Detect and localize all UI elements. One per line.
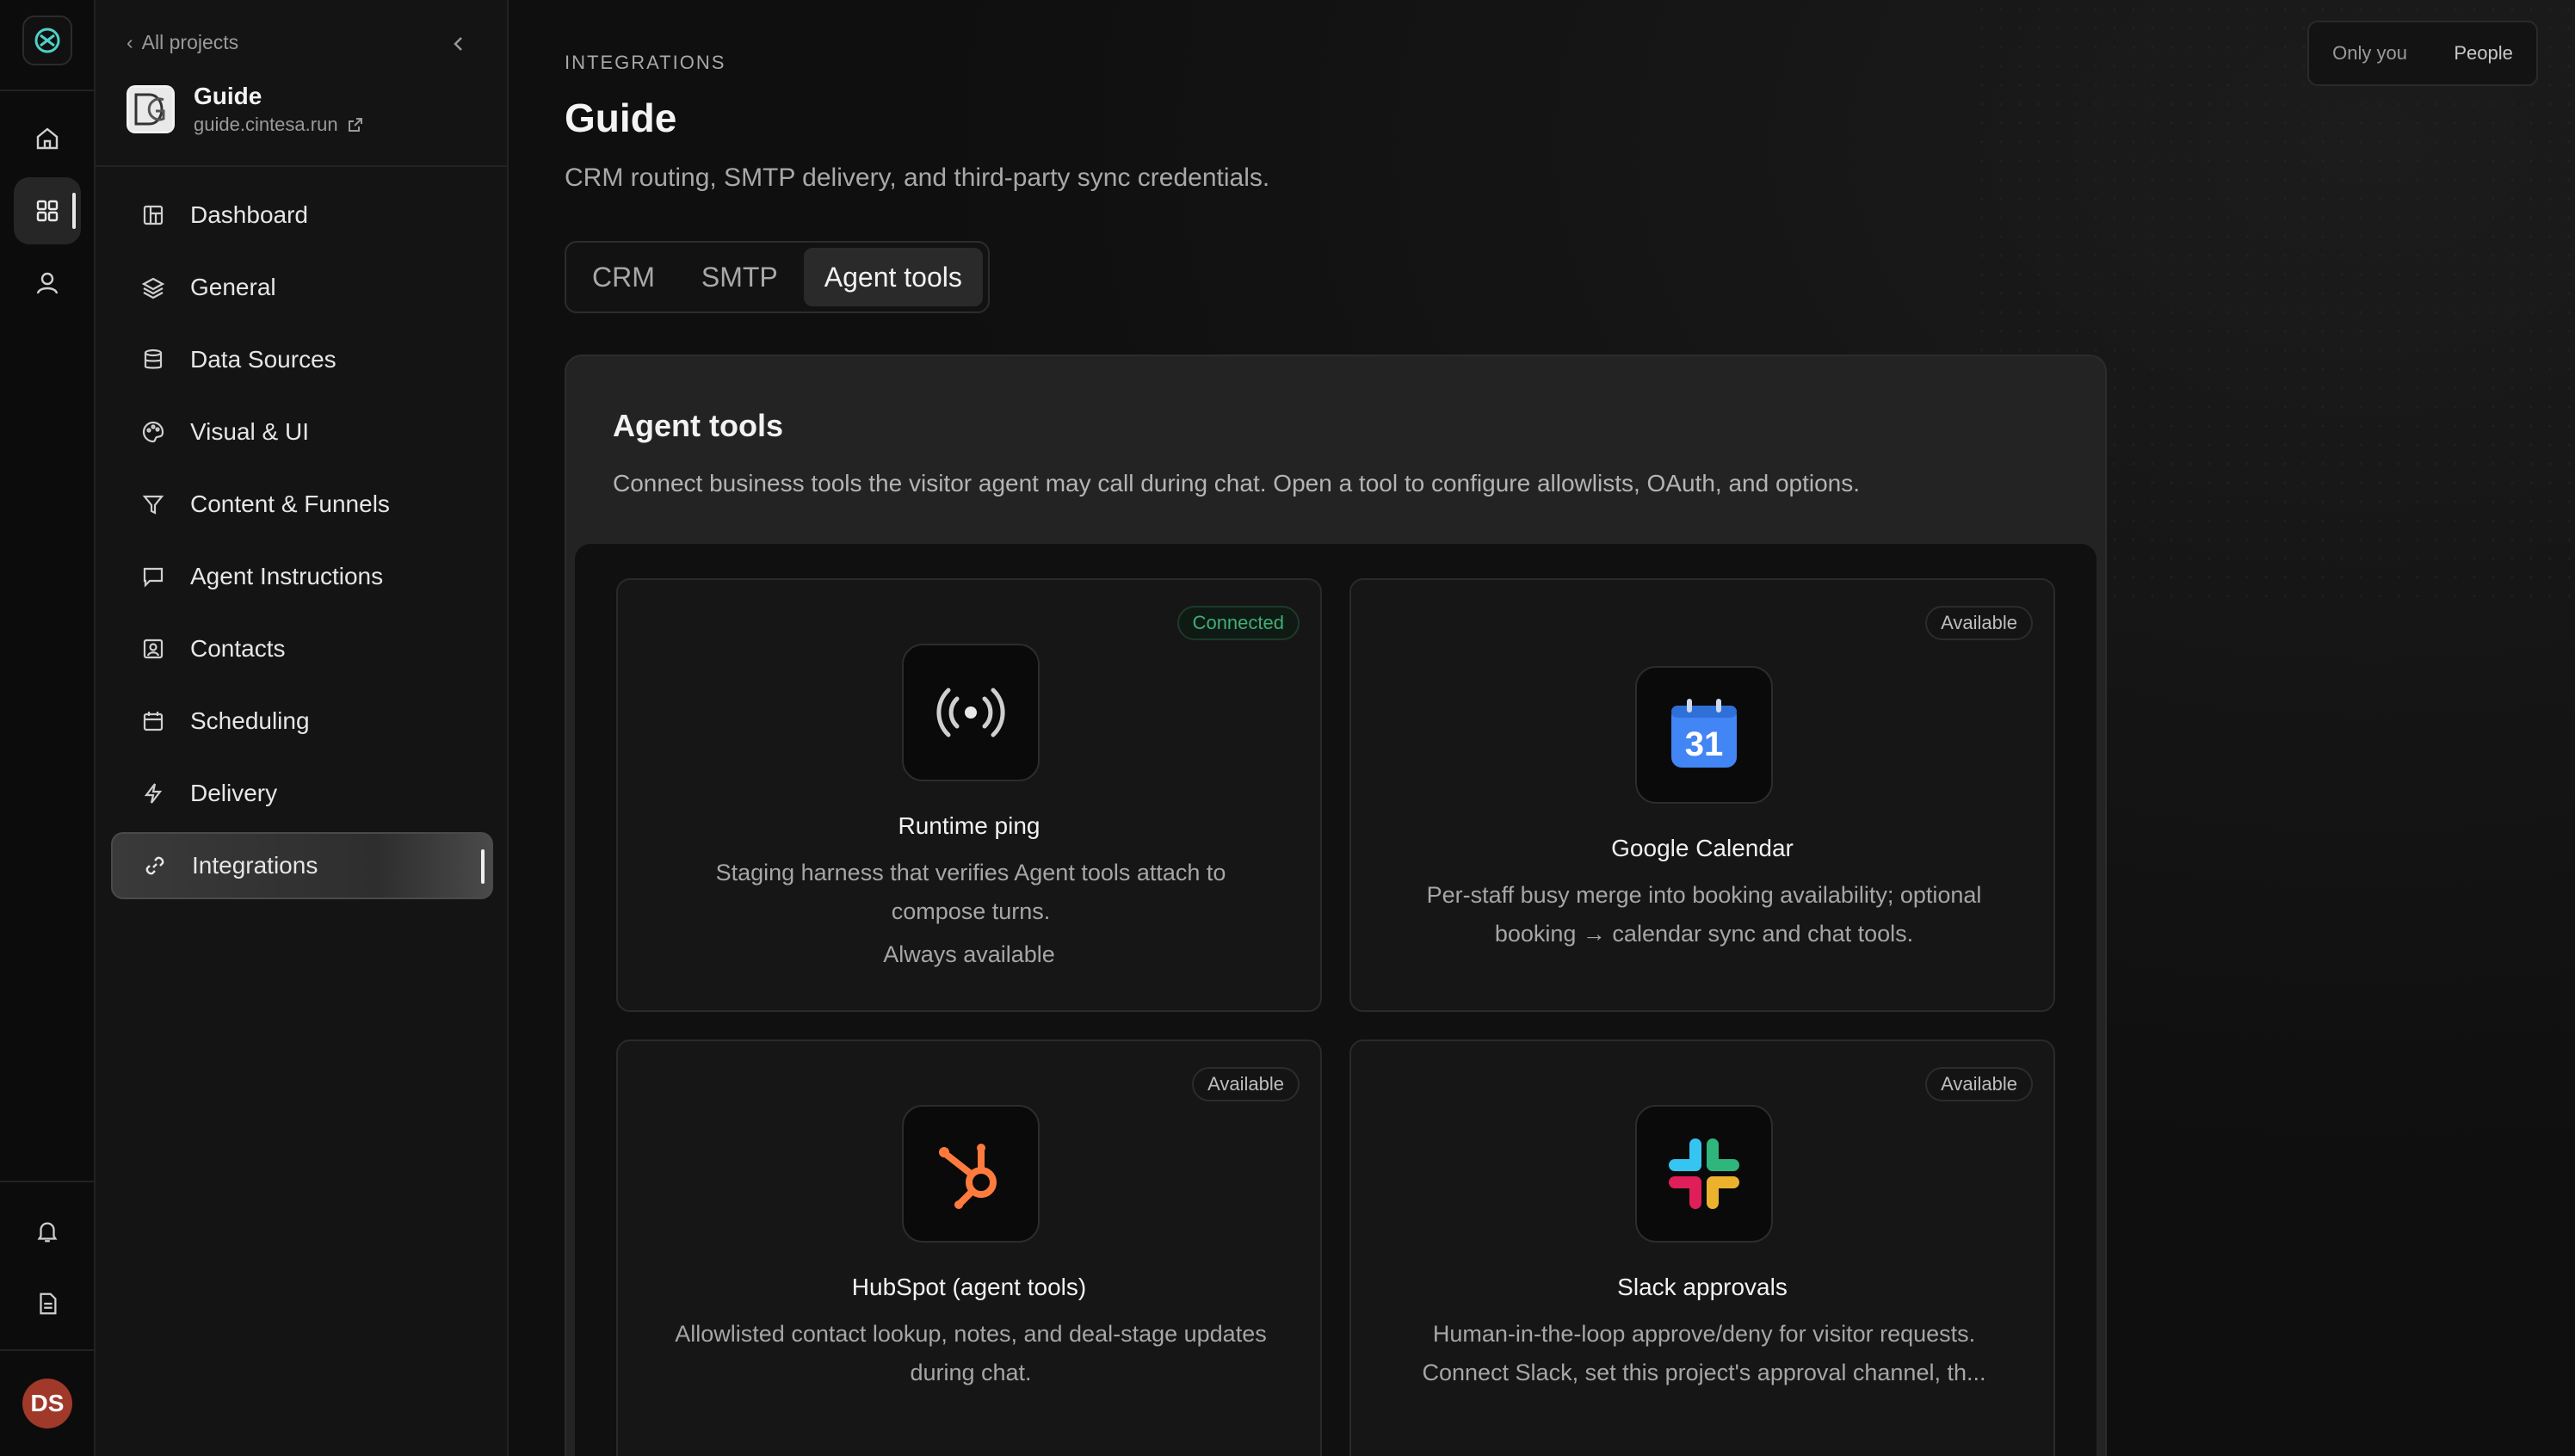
project-header: Guide guide.cintesa.run (127, 83, 364, 136)
project-url-link[interactable]: guide.cintesa.run (194, 114, 364, 136)
chat-icon (140, 564, 166, 589)
sidebar-item-dashboard[interactable]: Dashboard (111, 182, 493, 249)
chevron-left-icon: ‹ (127, 31, 133, 53)
visibility-toggle[interactable]: Only you People (2307, 21, 2538, 86)
status-badge: Connected (1176, 606, 1300, 640)
broadcast-icon (902, 644, 1040, 781)
status-badge: Available (1925, 606, 2033, 640)
hubspot-icon (902, 1105, 1040, 1243)
sidebar-item-label: Contacts (190, 635, 286, 662)
project-url: guide.cintesa.run (194, 114, 338, 135)
sidebar-item-label: Content & Funnels (190, 490, 390, 517)
tool-card-runtime-ping[interactable]: Connected Runtime ping Staging harness t… (616, 578, 1322, 1012)
tool-description: Per-staff busy merge into booking availa… (1426, 882, 1982, 947)
sidebar-item-label: General (190, 274, 276, 300)
tool-card-google-calendar[interactable]: Available 31 Google Calendar Per-staff b… (1349, 578, 2055, 1012)
section-eyebrow: INTEGRATIONS (565, 52, 726, 73)
sidebar-item-label: Integrations (192, 852, 318, 879)
bolt-icon (140, 780, 166, 806)
collapse-sidebar-button[interactable] (443, 29, 472, 59)
tool-card-hubspot[interactable]: Available HubSpot (agent tools) Allowlis… (616, 1040, 1322, 1456)
tools-grid: Connected Runtime ping Staging harness t… (575, 544, 2096, 1456)
tool-card-slack-approvals[interactable]: Available Slack approvals Human-in-the-l… (1349, 1040, 2055, 1456)
page-subtitle: CRM routing, SMTP delivery, and third-pa… (565, 163, 1270, 192)
avatar[interactable]: DS (22, 1379, 72, 1428)
sidebar-item-data-sources[interactable]: Data Sources (111, 326, 493, 393)
funnel-icon (140, 491, 166, 517)
sidebar-item-agent-instructions[interactable]: Agent Instructions (111, 543, 493, 610)
tab-smtp[interactable]: SMTP (681, 248, 799, 306)
external-link-icon (348, 118, 362, 132)
status-badge: Available (1925, 1067, 2033, 1101)
toggle-people[interactable]: People (2454, 42, 2513, 65)
calendar-icon (140, 708, 166, 734)
app-logo-icon[interactable] (22, 15, 72, 65)
project-sidebar: ‹ All projects Guide guide.cintesa.run D… (96, 0, 509, 1456)
sidebar-item-integrations[interactable]: Integrations (111, 832, 493, 899)
agent-tools-panel: Agent tools Connect business tools the v… (565, 355, 2107, 1456)
home-icon[interactable] (14, 105, 81, 172)
database-icon (140, 347, 166, 373)
palette-icon (140, 419, 166, 445)
sidebar-item-label: Visual & UI (190, 418, 309, 445)
sidebar-item-label: Delivery (190, 780, 278, 806)
tab-crm[interactable]: CRM (571, 248, 676, 306)
icon-rail: DS (0, 0, 96, 1456)
all-projects-link[interactable]: ‹ All projects (127, 31, 238, 54)
user-icon[interactable] (14, 250, 81, 317)
tool-description: Human-in-the-loop approve/deny for visit… (1422, 1321, 1986, 1385)
calendar-day-number: 31 (1685, 725, 1724, 763)
integration-tabs: CRM SMTP Agent tools (565, 241, 990, 313)
tool-description: Allowlisted contact lookup, notes, and d… (675, 1321, 1267, 1385)
tool-description: Staging harness that verifies Agent tool… (715, 860, 1226, 924)
sidebar-item-label: Agent Instructions (190, 563, 384, 589)
sidebar-item-label: Data Sources (190, 346, 337, 373)
main-content: Only you People INTEGRATIONS Guide CRM r… (509, 0, 2575, 1456)
tool-name: Google Calendar (1611, 835, 1794, 861)
sidebar-item-delivery[interactable]: Delivery (111, 760, 493, 827)
sidebar-item-label: Dashboard (190, 201, 308, 228)
project-name: Guide (194, 83, 262, 109)
sidebar-item-content-funnels[interactable]: Content & Funnels (111, 471, 493, 538)
all-projects-label: All projects (141, 31, 239, 53)
tab-agent-tools[interactable]: Agent tools (803, 248, 983, 306)
grid-icon[interactable] (14, 177, 81, 244)
google-calendar-icon: 31 (1635, 666, 1773, 804)
panel-description: Connect business tools the visitor agent… (613, 470, 1861, 497)
status-badge: Available (1192, 1067, 1300, 1101)
sidebar-item-scheduling[interactable]: Scheduling (111, 688, 493, 755)
sidebar-item-contacts[interactable]: Contacts (111, 615, 493, 682)
tool-name: Slack approvals (1617, 1274, 1788, 1300)
tool-availability-note: Always available (883, 941, 1055, 967)
dashboard-icon (140, 202, 166, 228)
sidebar-item-label: Scheduling (190, 707, 310, 734)
link-icon (142, 853, 168, 879)
bell-icon[interactable] (14, 1198, 81, 1265)
page-title: Guide (565, 96, 677, 140)
slack-icon (1635, 1105, 1773, 1243)
contact-icon (140, 636, 166, 662)
layers-icon (140, 275, 166, 300)
document-icon[interactable] (14, 1270, 81, 1337)
sidebar-item-general[interactable]: General (111, 254, 493, 321)
tool-name: Runtime ping (898, 812, 1040, 839)
project-logo (127, 85, 175, 133)
toggle-only-you[interactable]: Only you (2332, 42, 2407, 65)
tool-name: HubSpot (agent tools) (851, 1274, 1087, 1300)
panel-title: Agent tools (613, 408, 783, 443)
sidebar-item-visual-ui[interactable]: Visual & UI (111, 398, 493, 466)
